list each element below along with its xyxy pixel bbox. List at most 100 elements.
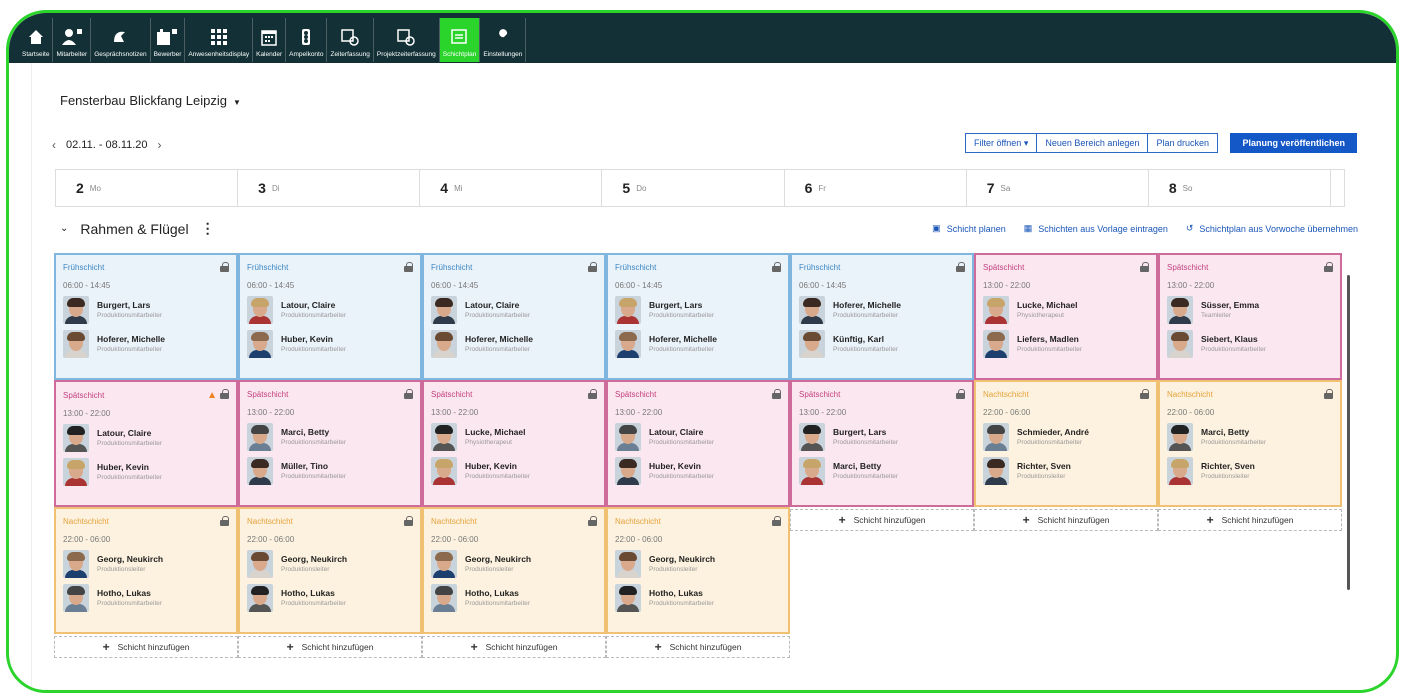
assigned-employee[interactable]: Georg, Neukirch Produktionsleiter (615, 550, 781, 578)
lock-icon[interactable] (772, 262, 781, 272)
shift-card[interactable]: Nachtschicht 22:00 - 06:00 Schmieder, Andr… (974, 380, 1158, 507)
lock-icon[interactable] (772, 389, 781, 399)
nav-item-einstellungen[interactable]: Einstellungen (480, 18, 527, 62)
shift-card[interactable]: Nachtschicht 22:00 - 06:00 Marci, Betty Pro… (1158, 380, 1342, 507)
assigned-employee[interactable]: Georg, Neukirch Produktionsleiter (431, 550, 597, 578)
add-shift-button[interactable]: + Schicht hinzufügen (54, 636, 238, 658)
assigned-employee[interactable]: Hoferer, Michelle Produktionsmitarbeiter (63, 330, 229, 358)
template-shift-action[interactable]: ▦ Schichten aus Vorlage eintragen (1024, 223, 1168, 234)
shift-card[interactable]: Nachtschicht 22:00 - 06:00 Georg, Neukirch… (422, 507, 606, 634)
assigned-employee[interactable]: Burgert, Lars Produktionsmitarbeiter (615, 296, 781, 324)
assigned-employee[interactable]: Huber, Kevin Produktionsmitarbeiter (247, 330, 413, 358)
nav-item-mitarbeiter[interactable]: Mitarbeiter (53, 18, 92, 62)
assigned-employee[interactable]: Richter, Sven Produktionsleiter (1167, 457, 1333, 485)
shift-card[interactable]: Spätschicht 13:00 - 22:00 Marci, Betty Prod… (238, 380, 422, 507)
lock-icon[interactable] (588, 262, 597, 272)
assigned-employee[interactable]: Müller, Tino Produktionsmitarbeiter (247, 457, 413, 485)
lock-icon[interactable] (220, 262, 229, 272)
assigned-employee[interactable]: Lucke, Michael Physiotherapeut (983, 296, 1149, 324)
assigned-employee[interactable]: Georg, Neukirch Produktionsleiter (247, 550, 413, 578)
company-selector[interactable]: Fensterbau Blickfang Leipzig ▼ (60, 93, 241, 108)
nav-item-ampelkonto[interactable]: Ampelkonto (286, 18, 328, 62)
lock-icon[interactable] (1140, 262, 1149, 272)
assigned-employee[interactable]: Huber, Kevin Produktionsmitarbeiter (615, 457, 781, 485)
nav-item-bewerber[interactable]: Bewerber (151, 18, 186, 62)
nav-item-kalender[interactable]: Kalender (253, 18, 287, 62)
filter-button[interactable]: Filter öffnen ▾ (964, 133, 1038, 153)
add-shift-button[interactable]: + Schicht hinzufügen (422, 636, 606, 658)
prev-week-arrow-icon[interactable]: ‹ (52, 138, 56, 152)
lock-icon[interactable] (588, 516, 597, 526)
assigned-employee[interactable]: Latour, Claire Produktionsmitarbeiter (431, 296, 597, 324)
assigned-employee[interactable]: Richter, Sven Produktionsleiter (983, 457, 1149, 485)
assigned-employee[interactable]: Hotho, Lukas Produktionsmitarbeiter (431, 584, 597, 612)
assigned-employee[interactable]: Marci, Betty Produktionsmitarbeiter (799, 457, 965, 485)
assigned-employee[interactable]: Latour, Claire Produktionsmitarbeiter (247, 296, 413, 324)
assigned-employee[interactable]: Süsser, Emma Teamleiter (1167, 296, 1333, 324)
nav-item-projektzeiterfassung[interactable]: Projektzeiterfassung (374, 18, 440, 62)
add-shift-button[interactable]: + Schicht hinzufügen (1158, 509, 1342, 531)
lock-icon[interactable] (956, 262, 965, 272)
assigned-employee[interactable]: Georg, Neukirch Produktionsleiter (63, 550, 229, 578)
lock-icon[interactable] (956, 389, 965, 399)
shift-card[interactable]: Spätschicht 13:00 - 22:00 Latour, Claire Pr… (606, 380, 790, 507)
shift-card[interactable]: Spätschicht 13:00 - 22:00 Burgert, Lars Pro… (790, 380, 974, 507)
lock-icon[interactable] (1324, 389, 1333, 399)
add-shift-button[interactable]: + Schicht hinzufügen (606, 636, 790, 658)
shift-card[interactable]: Nachtschicht 22:00 - 06:00 Georg, Neukirch… (54, 507, 238, 634)
shift-card[interactable]: Frühschicht 06:00 - 14:45 Hoferer, Michell… (790, 253, 974, 380)
lock-icon[interactable] (404, 262, 413, 272)
nav-item-startseite[interactable]: Startseite (19, 18, 54, 62)
lock-icon[interactable] (588, 389, 597, 399)
nav-item-schichtplan[interactable]: Schichtplan (439, 18, 481, 62)
lock-icon[interactable] (772, 516, 781, 526)
assigned-employee[interactable]: Hotho, Lukas Produktionsmitarbeiter (615, 584, 781, 612)
more-options-icon[interactable]: ⋮ (201, 220, 215, 237)
assigned-employee[interactable]: Liefers, Madlen Produktionsmitarbeiter (983, 330, 1149, 358)
print-plan-button[interactable]: Plan drucken (1148, 133, 1218, 153)
next-week-arrow-icon[interactable]: › (158, 138, 162, 152)
assigned-employee[interactable]: Hoferer, Michelle Produktionsmitarbeiter (431, 330, 597, 358)
publish-button[interactable]: Planung veröffentlichen (1230, 133, 1357, 153)
shift-card[interactable]: Frühschicht 06:00 - 14:45 Latour, Claire Pr… (238, 253, 422, 380)
assigned-employee[interactable]: Künftig, Karl Produktionsmitarbeiter (799, 330, 965, 358)
lock-icon[interactable] (1324, 262, 1333, 272)
assigned-employee[interactable]: Latour, Claire Produktionsmitarbeiter (615, 423, 781, 451)
add-shift-button[interactable]: + Schicht hinzufügen (974, 509, 1158, 531)
assigned-employee[interactable]: Lucke, Michael Physiotherapeut (431, 423, 597, 451)
lock-icon[interactable] (1140, 389, 1149, 399)
shift-card[interactable]: Nachtschicht 22:00 - 06:00 Georg, Neukirch… (238, 507, 422, 634)
copy-previous-week-action[interactable]: ↺ Schichtplan aus Vorwoche übernehmen (1186, 223, 1358, 234)
add-shift-button[interactable]: + Schicht hinzufügen (790, 509, 974, 531)
add-shift-button[interactable]: + Schicht hinzufügen (238, 636, 422, 658)
lock-icon[interactable] (220, 389, 229, 399)
assigned-employee[interactable]: Hotho, Lukas Produktionsmitarbeiter (247, 584, 413, 612)
assigned-employee[interactable]: Siebert, Klaus Produktionsmitarbeiter (1167, 330, 1333, 358)
shift-card[interactable]: Spätschicht 13:00 - 22:00 Lucke, Michael Ph… (422, 380, 606, 507)
scrollbar[interactable] (1347, 275, 1350, 590)
assigned-employee[interactable]: Marci, Betty Produktionsmitarbeiter (247, 423, 413, 451)
nav-item-zeiterfassung[interactable]: Zeiterfassung (327, 18, 374, 62)
shift-card[interactable]: Frühschicht 06:00 - 14:45 Burgert, Lars Pro… (54, 253, 238, 380)
collapse-chevron-icon[interactable]: ⌄ (60, 223, 68, 234)
shift-card[interactable]: Frühschicht 06:00 - 14:45 Latour, Claire Pr… (422, 253, 606, 380)
assigned-employee[interactable]: Marci, Betty Produktionsmitarbeiter (1167, 423, 1333, 451)
shift-card[interactable]: Spätschicht 13:00 - 22:00 Süsser, Emma Team… (1158, 253, 1342, 380)
lock-icon[interactable] (404, 516, 413, 526)
shift-card[interactable]: Frühschicht 06:00 - 14:45 Burgert, Lars Pro… (606, 253, 790, 380)
assigned-employee[interactable]: Burgert, Lars Produktionsmitarbeiter (63, 296, 229, 324)
nav-item-gesprächsnotizen[interactable]: Gesprächsnotizen (91, 18, 151, 62)
new-area-button[interactable]: Neuen Bereich anlegen (1037, 133, 1149, 153)
nav-item-anwesenheitsdisplay[interactable]: Anwesenheitsdisplay (185, 18, 254, 62)
assigned-employee[interactable]: Latour, Claire Produktionsmitarbeiter (63, 424, 229, 452)
assigned-employee[interactable]: Schmieder, André Produktionsmitarbeiter (983, 423, 1149, 451)
shift-card[interactable]: Spätschicht 13:00 - 22:00 Lucke, Michael Ph… (974, 253, 1158, 380)
plan-shift-action[interactable]: ▣ Schicht planen (932, 223, 1006, 234)
shift-card[interactable]: Spätschicht ▲ 13:00 - 22:00 Latour, Claire P… (54, 380, 238, 507)
assigned-employee[interactable]: Hotho, Lukas Produktionsmitarbeiter (63, 584, 229, 612)
assigned-employee[interactable]: Huber, Kevin Produktionsmitarbeiter (431, 457, 597, 485)
assigned-employee[interactable]: Burgert, Lars Produktionsmitarbeiter (799, 423, 965, 451)
lock-icon[interactable] (220, 516, 229, 526)
lock-icon[interactable] (404, 389, 413, 399)
assigned-employee[interactable]: Huber, Kevin Produktionsmitarbeiter (63, 458, 229, 486)
